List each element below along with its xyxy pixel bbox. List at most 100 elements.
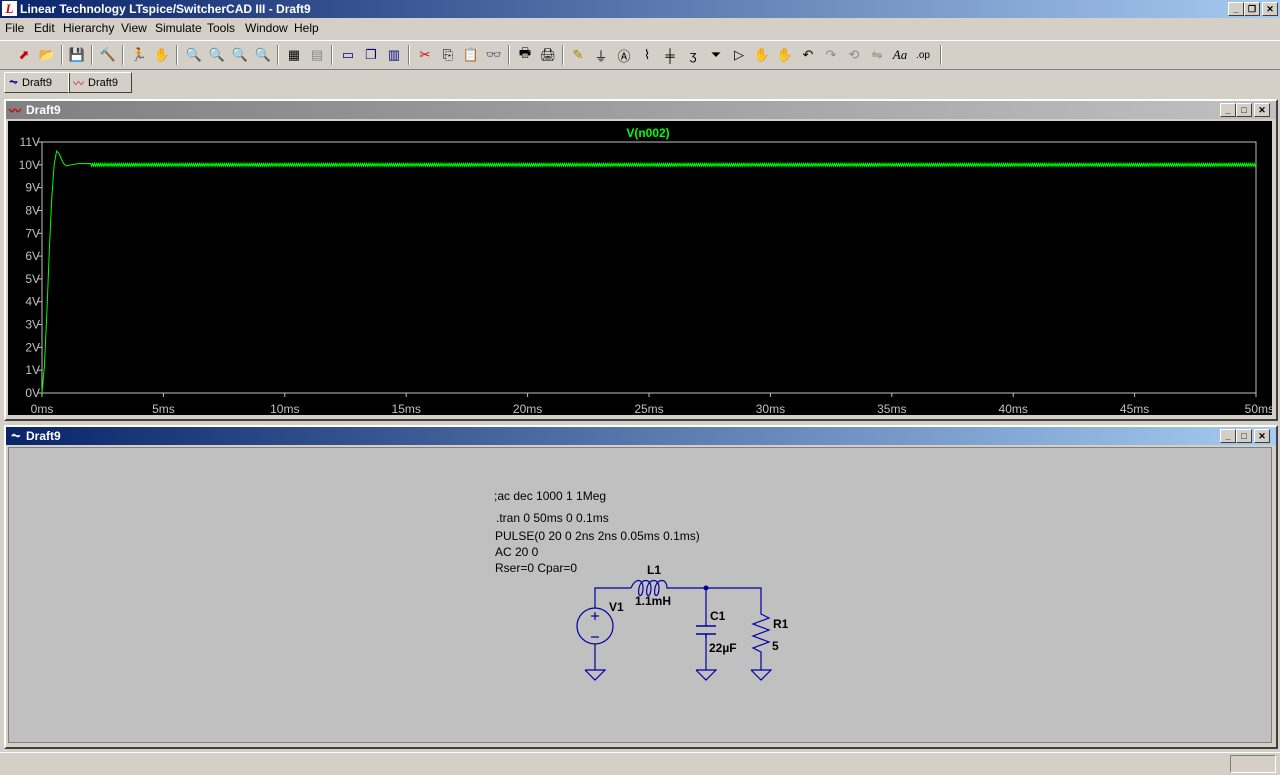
x-tick-label: 50ms — [1245, 402, 1272, 415]
x-tick-label: 15ms — [392, 402, 421, 415]
paste-icon[interactable]: 📋 — [461, 45, 481, 65]
copy-icon[interactable]: ⎘ — [438, 45, 458, 65]
waveform-plot-area[interactable]: V(n002) 0V 1V 2V 3V 4V 5V 6V 7V 8V 9V 10V 11V 0ms 5ms… — [8, 121, 1274, 416]
ground-symbols — [584, 669, 773, 681]
save-icon[interactable]: 💾 — [67, 45, 87, 65]
y-tick-label: 11V — [20, 135, 40, 149]
new-schematic-icon[interactable]: ⬈ — [14, 45, 34, 65]
title-bar[interactable]: L Linear Technology LTspice/SwitcherCAD … — [0, 0, 1280, 18]
schematic-drawing: ;ac dec 1000 1 1Meg .tran 0 50ms 0 0.1ms… — [494, 489, 789, 681]
x-tick-label: 35ms — [877, 402, 906, 415]
tile-vertical-icon[interactable]: ▥ — [384, 45, 404, 65]
toolbar: ⬈ 📂 💾 🔨 🏃 ✋ 🔍 🔍 🔍 🔍 ▦ ▤ ▭ ❐ ▥ ✂ ⎘ 📋 👓 🖶 … — [0, 40, 1280, 70]
schematic-icon: ⏦ — [11, 428, 21, 442]
halt-icon[interactable]: ✋ — [152, 45, 172, 65]
tab-label: Draft9 — [88, 76, 118, 89]
y-tick-label: 5V — [25, 272, 40, 286]
x-tick-label: 45ms — [1120, 402, 1149, 415]
menu-help[interactable]: Help — [294, 21, 319, 35]
diode-icon[interactable]: ⏷ — [706, 45, 726, 65]
close-button[interactable]: ✕ — [1254, 429, 1270, 443]
x-tick-label: 10ms — [270, 402, 299, 415]
zoom-in-icon[interactable]: 🔍 — [184, 45, 204, 65]
print-icon[interactable]: 🖨 — [538, 45, 558, 65]
junction-dot — [703, 585, 709, 591]
ac-param[interactable]: AC 20 0 — [495, 545, 539, 559]
pan-icon[interactable]: 🔍 — [207, 45, 227, 65]
capacitor-icon[interactable]: ╪ — [660, 45, 680, 65]
menu-edit[interactable]: Edit — [34, 21, 55, 35]
menu-window[interactable]: Window — [245, 21, 288, 35]
tab-waveform[interactable]: 〰 Draft9 — [68, 72, 132, 93]
y-tick-label: 1V — [25, 363, 40, 377]
c1-label: C1 — [710, 609, 726, 623]
voltage-source-v1[interactable] — [576, 607, 614, 645]
trace-label[interactable]: V(n002) — [626, 126, 669, 140]
minimize-button[interactable]: _ — [1228, 2, 1244, 16]
resistor-icon[interactable]: ⌇ — [637, 45, 657, 65]
waveform-icon: 〰 — [73, 77, 84, 90]
y-tick-label: 9V — [25, 181, 40, 195]
menu-hierarchy[interactable]: Hierarchy — [63, 21, 114, 35]
document-tabs: ⏦ Draft9 〰 Draft9 — [0, 70, 1280, 94]
rser-param[interactable]: Rser=0 Cpar=0 — [495, 561, 577, 575]
print-setup-icon[interactable]: 🖶 — [515, 45, 535, 65]
maximize-button[interactable]: □ — [1236, 429, 1252, 443]
x-tick-label: 5ms — [152, 402, 175, 415]
maximize-button[interactable]: □ — [1236, 103, 1252, 117]
mirror-icon[interactable]: ⇋ — [867, 45, 887, 65]
waveform-icon: 〰 — [9, 104, 22, 118]
status-pane — [1230, 755, 1276, 773]
waveform-window-title-bar[interactable]: 〰 Draft9 _ □ ✕ — [6, 101, 1276, 119]
r1-label: R1 — [773, 617, 789, 631]
schematic-window-title-bar[interactable]: ⏦ Draft9 _ □ ✕ — [6, 427, 1276, 445]
tile-horizontal-icon[interactable]: ▭ — [338, 45, 358, 65]
find-icon[interactable]: 👓 — [484, 45, 504, 65]
c1-value: 22µF — [709, 641, 737, 655]
redo-icon[interactable]: ↷ — [821, 45, 841, 65]
schematic-canvas[interactable]: ;ac dec 1000 1 1Meg .tran 0 50ms 0 0.1ms… — [8, 447, 1272, 743]
tran-directive[interactable]: .tran 0 50ms 0 0.1ms — [496, 511, 609, 525]
draw-wire-icon[interactable]: ✎ — [568, 45, 588, 65]
menu-view[interactable]: View — [121, 21, 147, 35]
menu-tools[interactable]: Tools — [207, 21, 235, 35]
inductor-icon[interactable]: ʒ — [683, 45, 703, 65]
spice-directive-icon[interactable]: .op — [913, 45, 933, 65]
menu-simulate[interactable]: Simulate — [155, 21, 202, 35]
x-tick-label: 0ms — [31, 402, 54, 415]
l1-value: 1.1mH — [635, 594, 671, 608]
tab-schematic[interactable]: ⏦ Draft9 — [4, 72, 70, 93]
restore-button[interactable]: ❐ — [1244, 2, 1260, 16]
run-icon[interactable]: 🏃 — [129, 45, 149, 65]
minimize-button[interactable]: _ — [1220, 103, 1236, 117]
undo-icon[interactable]: ↶ — [798, 45, 818, 65]
autorange-icon[interactable]: ▦ — [284, 45, 304, 65]
label-net-icon[interactable]: Ⓐ — [614, 45, 634, 65]
menu-file[interactable]: File — [5, 21, 24, 35]
move-icon[interactable]: ✋ — [752, 45, 772, 65]
text-icon[interactable]: Aa — [890, 45, 910, 65]
zoom-fit-icon[interactable]: 🔍 — [253, 45, 273, 65]
close-button[interactable]: ✕ — [1254, 103, 1270, 117]
ground-icon[interactable]: ⏚ — [591, 45, 611, 65]
ac-directive[interactable]: ;ac dec 1000 1 1Meg — [494, 489, 606, 503]
status-bar — [0, 752, 1280, 775]
minimize-button[interactable]: _ — [1220, 429, 1236, 443]
close-button[interactable]: ✕ — [1262, 2, 1278, 16]
cascade-icon[interactable]: ❐ — [361, 45, 381, 65]
grid-icon[interactable]: ▤ — [307, 45, 327, 65]
control-panel-icon[interactable]: 🔨 — [98, 45, 118, 65]
r1-value: 5 — [772, 639, 779, 653]
drag-icon[interactable]: ✋ — [775, 45, 795, 65]
open-icon[interactable]: 📂 — [37, 45, 57, 65]
zoom-out-icon[interactable]: 🔍 — [230, 45, 250, 65]
cut-icon[interactable]: ✂ — [415, 45, 435, 65]
x-tick-label: 30ms — [756, 402, 785, 415]
y-tick-label: 4V — [25, 295, 40, 309]
rotate-icon[interactable]: ⟲ — [844, 45, 864, 65]
pulse-param[interactable]: PULSE(0 20 0 2ns 2ns 0.05ms 0.1ms) — [495, 529, 700, 543]
schematic-window: ⏦ Draft9 _ □ ✕ ;ac dec 1000 1 1Meg .tran… — [4, 425, 1278, 749]
resistor-r1[interactable] — [751, 608, 771, 654]
component-icon[interactable]: ▷ — [729, 45, 749, 65]
capacitor-c1[interactable] — [696, 625, 716, 638]
